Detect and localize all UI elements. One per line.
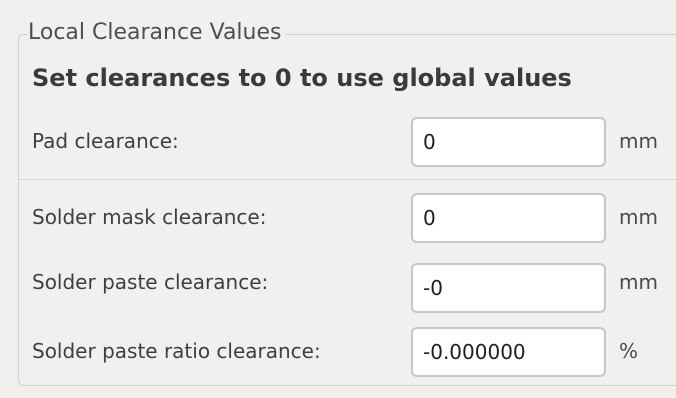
solder-paste-ratio-clearance-label: Solder paste ratio clearance: [32,339,321,363]
solder-paste-clearance-label: Solder paste clearance: [32,270,269,294]
solder-paste-clearance-unit: mm [619,270,658,294]
pad-clearance-label: Pad clearance: [32,129,179,153]
solder-mask-clearance-unit: mm [619,205,658,229]
pad-clearance-input[interactable] [411,117,606,167]
solder-mask-clearance-label: Solder mask clearance: [32,205,267,229]
separator [19,179,676,180]
solder-paste-ratio-clearance-input[interactable] [411,327,606,377]
group-title: Local Clearance Values [28,18,286,48]
solder-mask-clearance-input[interactable] [411,193,606,243]
solder-paste-ratio-clearance-unit: % [619,339,639,363]
solder-paste-clearance-input[interactable] [411,263,606,313]
global-values-note: Set clearances to 0 to use global values [32,64,572,92]
pad-clearance-unit: mm [619,129,658,153]
